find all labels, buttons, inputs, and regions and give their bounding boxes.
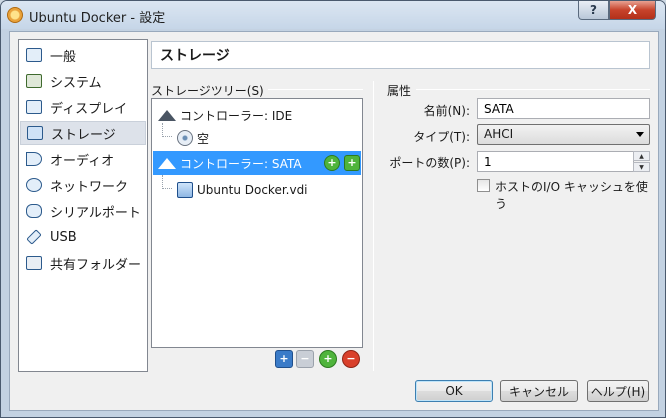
display-icon	[26, 100, 42, 114]
storage-tree-label: ストレージツリー(S)	[151, 84, 264, 98]
dialog-client: 一般 システム ディスプレイ ストレージ オーディオ ネットワーク シリアルポー…	[9, 31, 659, 411]
add-hdd-icon[interactable]: +	[344, 155, 360, 171]
port-count-input[interactable]	[477, 151, 634, 172]
chevron-down-icon[interactable]: ▼	[633, 162, 650, 172]
type-select[interactable]: AHCI	[477, 124, 650, 145]
sidebar-item-network[interactable]: ネットワーク	[20, 173, 146, 197]
host-io-cache-checkbox[interactable]	[477, 179, 490, 192]
speaker-icon	[26, 152, 42, 166]
vertical-divider	[373, 81, 374, 371]
close-button[interactable]: X	[609, 1, 656, 20]
network-icon	[26, 178, 42, 192]
sidebar-item-label: ストレージ	[51, 127, 116, 143]
tree-row-label: Ubuntu Docker.vdi	[197, 183, 308, 197]
ok-button[interactable]: OK	[415, 380, 493, 402]
divider	[416, 89, 650, 90]
port-count-spinner[interactable]: ▲ ▼	[633, 151, 650, 172]
folder-icon	[26, 256, 42, 270]
tree-row-vdi-disk[interactable]: Ubuntu Docker.vdi	[153, 178, 361, 202]
usb-icon	[26, 229, 42, 245]
chevron-up-icon[interactable]: ▲	[633, 151, 650, 161]
title-bar[interactable]: Ubuntu Docker - 設定 ? X	[1, 1, 665, 29]
sidebar-item-storage[interactable]: ストレージ	[20, 121, 146, 145]
divider	[268, 89, 363, 90]
port-count-label: ポートの数(P):	[389, 156, 470, 170]
sidebar-item-serial-ports[interactable]: シリアルポート	[20, 199, 146, 223]
help-title-button[interactable]: ?	[578, 1, 609, 20]
type-label: タイプ(T):	[413, 130, 470, 144]
sidebar-item-label: シリアルポート	[50, 205, 141, 221]
sidebar-item-label: 共有フォルダー	[50, 257, 142, 273]
tree-row-sata-controller[interactable]: コントローラー: SATA + +	[153, 151, 361, 175]
remove-controller-button[interactable]: −	[296, 350, 314, 368]
tree-row-empty-optical[interactable]: 空	[153, 126, 361, 150]
hard-disk-icon	[177, 182, 193, 198]
chevron-down-icon	[636, 132, 644, 137]
sidebar-item-label: オーディオ	[50, 153, 115, 169]
sidebar-item-label: ネットワーク	[50, 179, 129, 195]
controller-icon	[158, 157, 176, 169]
sidebar-item-label: 一般	[50, 49, 77, 65]
add-controller-button[interactable]: +	[275, 350, 293, 368]
storage-icon	[27, 126, 43, 140]
sidebar-item-display[interactable]: ディスプレイ	[20, 95, 146, 119]
cancel-button[interactable]: キャンセル	[500, 380, 578, 402]
sidebar-item-audio[interactable]: オーディオ	[20, 147, 146, 171]
tree-row-label: コントローラー: SATA	[180, 156, 302, 171]
tree-row-label: コントローラー: IDE	[180, 108, 293, 123]
remove-attachment-button[interactable]: −	[342, 350, 360, 368]
chip-icon	[26, 74, 42, 88]
tree-row-ide-controller[interactable]: コントローラー: IDE	[153, 103, 361, 127]
controller-icon	[158, 109, 176, 121]
sidebar-item-label: システム	[50, 75, 102, 91]
sidebar-item-system[interactable]: システム	[20, 69, 146, 93]
name-input[interactable]	[477, 98, 650, 119]
storage-tree[interactable]: コントローラー: IDE 空 コントローラー: SATA + + Ubuntu …	[151, 98, 363, 348]
help-button[interactable]: ヘルプ(H)	[587, 380, 649, 402]
optical-disc-icon	[177, 130, 193, 146]
sidebar-item-label: ディスプレイ	[50, 101, 128, 117]
sidebar-item-label: USB	[50, 229, 77, 245]
sidebar-item-shared-folders[interactable]: 共有フォルダー	[20, 251, 146, 275]
sidebar-item-general[interactable]: 一般	[20, 43, 146, 67]
monitor-icon	[26, 48, 42, 62]
attributes-label: 属性	[387, 84, 412, 98]
serial-port-icon	[26, 204, 42, 218]
settings-sidebar: 一般 システム ディスプレイ ストレージ オーディオ ネットワーク シリアルポー…	[18, 39, 148, 372]
type-select-value: AHCI	[484, 127, 514, 141]
tree-row-label: 空	[197, 131, 210, 146]
sidebar-item-usb[interactable]: USB	[20, 225, 146, 249]
add-cd-icon[interactable]: +	[324, 155, 340, 171]
window-title: Ubuntu Docker - 設定	[29, 11, 166, 26]
page-title: ストレージ	[151, 41, 650, 69]
settings-window: Ubuntu Docker - 設定 ? X 一般 システム ディスプレイ スト…	[0, 0, 666, 418]
name-label: 名前(N):	[423, 104, 470, 118]
host-io-cache-label[interactable]: ホストのI/O キャッシュを使う	[495, 178, 658, 212]
virtualbox-icon	[7, 7, 23, 23]
add-attachment-button[interactable]: +	[319, 350, 337, 368]
